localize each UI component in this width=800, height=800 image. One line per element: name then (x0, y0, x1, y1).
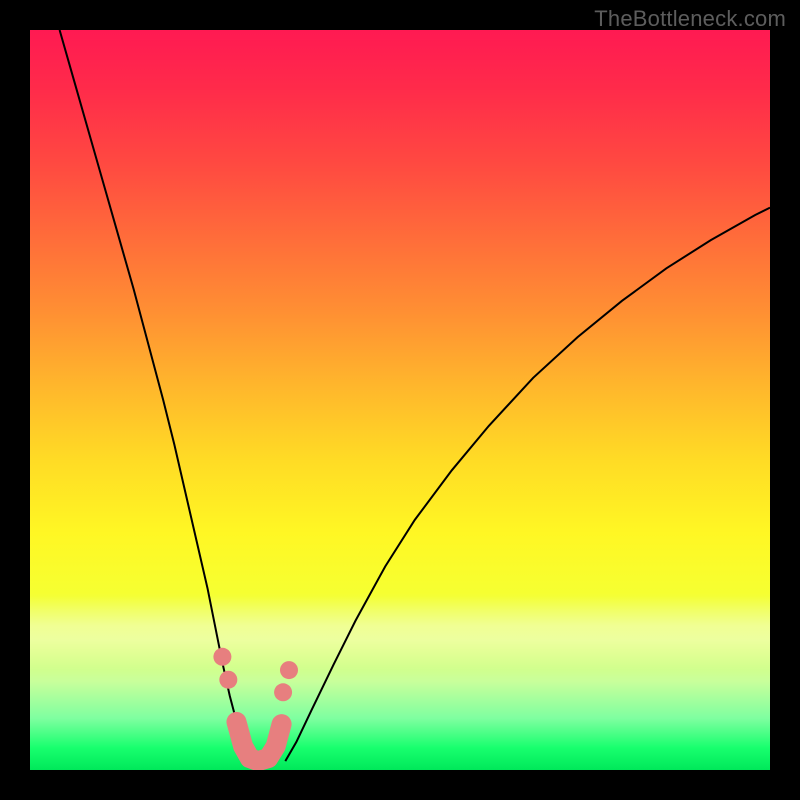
curve-right-branch (285, 208, 770, 762)
dot-right-lower (274, 683, 292, 701)
stage: TheBottleneck.com (0, 0, 800, 800)
valley-worm (236, 722, 281, 761)
dot-left-upper (213, 648, 231, 666)
watermark-label: TheBottleneck.com (594, 6, 786, 32)
dot-left-lower (219, 671, 237, 689)
plot-frame (30, 30, 770, 770)
dot-right-upper (280, 661, 298, 679)
plot-svg (30, 30, 770, 770)
